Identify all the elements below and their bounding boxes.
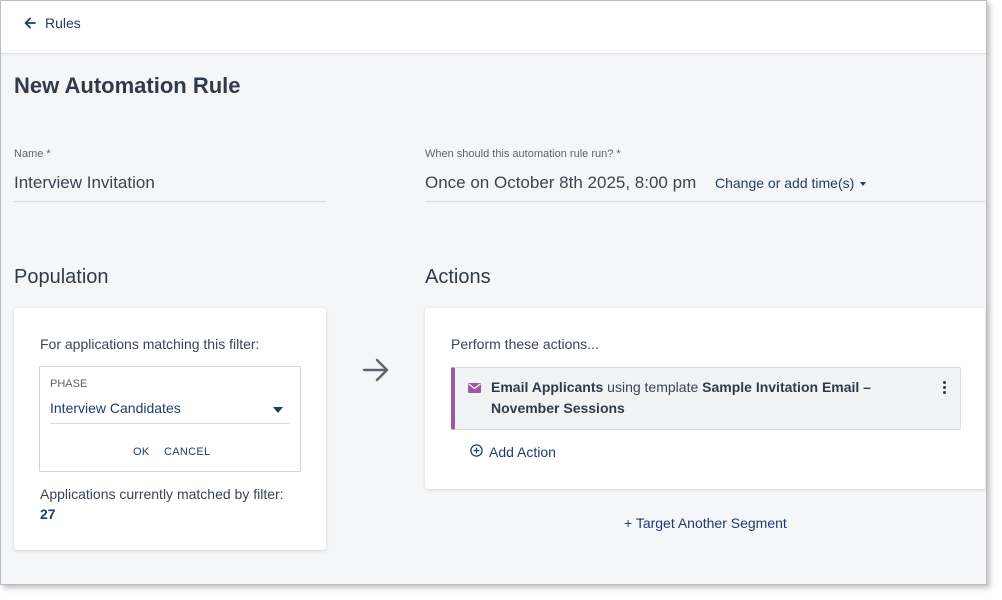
matched-count-label: Applications currently matched by filter… <box>40 486 284 502</box>
action-connector: using template <box>603 379 703 395</box>
arrow-right-icon <box>361 357 391 388</box>
schedule-field-label: When should this automation rule run? * <box>425 148 621 160</box>
top-bar: Rules <box>1 1 986 54</box>
ok-button[interactable]: OK <box>133 446 150 458</box>
plus-circle-icon <box>470 444 483 460</box>
action-description: Email Applicants using template Sample I… <box>491 377 911 419</box>
back-link-label: Rules <box>45 15 81 31</box>
change-time-dropdown[interactable]: Change or add time(s) <box>715 175 867 191</box>
phase-select-value: Interview Candidates <box>50 400 181 416</box>
population-card: For applications matching this filter: P… <box>14 308 326 550</box>
actions-heading: Actions <box>425 266 491 288</box>
name-field-underline <box>14 201 326 202</box>
cancel-button[interactable]: CANCEL <box>164 446 210 458</box>
add-action-label: Add Action <box>489 444 556 460</box>
mail-icon <box>468 380 481 398</box>
schedule-field-underline <box>425 201 985 202</box>
action-item-email-applicants[interactable]: Email Applicants using template Sample I… <box>451 367 961 430</box>
more-options-icon[interactable] <box>938 381 950 397</box>
actions-intro-text: Perform these actions... <box>451 336 599 352</box>
phase-select[interactable]: Interview Candidates <box>50 399 290 424</box>
schedule-value: Once on October 8th 2025, 8:00 pm <box>425 173 697 192</box>
page-title: New Automation Rule <box>14 73 241 98</box>
filter-editor: PHASE Interview Candidates OK CANCEL <box>39 366 301 472</box>
action-name: Email Applicants <box>491 379 604 395</box>
change-time-label: Change or add time(s) <box>715 175 855 191</box>
target-another-segment-link[interactable]: + Target Another Segment <box>624 515 787 531</box>
population-heading: Population <box>14 266 109 288</box>
matched-count-value: 27 <box>40 506 56 522</box>
caret-down-icon <box>860 181 867 186</box>
back-to-rules-link[interactable]: Rules <box>23 15 81 31</box>
name-field-input[interactable]: Interview Invitation <box>14 173 155 193</box>
actions-card: Perform these actions... Email Applicant… <box>425 308 985 489</box>
filter-key-label: PHASE <box>50 378 88 390</box>
add-action-button[interactable]: Add Action <box>470 444 556 460</box>
name-field-label: Name * <box>14 148 51 160</box>
triangle-down-icon <box>273 407 283 413</box>
app-window: Rules New Automation Rule Name * Intervi… <box>0 0 987 585</box>
filter-intro-text: For applications matching this filter: <box>40 336 260 352</box>
arrow-left-icon <box>23 16 37 30</box>
